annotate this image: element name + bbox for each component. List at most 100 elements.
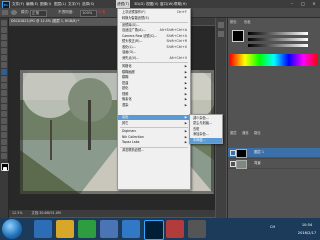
properties-panel-icon[interactable]	[218, 31, 224, 37]
menu-separator	[120, 127, 188, 128]
menu-separator	[120, 62, 188, 63]
minimize-icon[interactable]: –	[288, 1, 296, 7]
menu-item-label: 其它	[122, 120, 129, 125]
opacity-label: 不透明度:	[58, 10, 74, 14]
menu-item-label: 锐化	[122, 86, 129, 90]
pen-tool-icon[interactable]	[1, 118, 7, 124]
healing-tool-icon[interactable]	[1, 62, 7, 68]
filter-dropdown-menu: 上次滤镜操作(F) Ctrl+F 转换为智能滤镜(S) 滤镜库(G)... 自适应…	[117, 8, 191, 190]
opacity-input[interactable]: 100%	[80, 10, 97, 17]
tool-preset-icon[interactable]	[2, 10, 8, 15]
menu-edit[interactable]: 编辑(E)	[26, 0, 38, 8]
photoshop-taskbar-icon[interactable]	[144, 220, 164, 240]
menu-type[interactable]: 文字(Y)	[68, 0, 80, 8]
start-button-icon[interactable]	[2, 219, 22, 239]
menu-item-label: 自适应广角(A)...	[122, 28, 146, 32]
smoothing-label: 平滑	[98, 10, 106, 14]
submenu-arrow-icon: ▶	[184, 120, 187, 125]
marquee-tool-icon[interactable]	[1, 27, 7, 33]
maximize-icon[interactable]: □	[299, 1, 307, 7]
blur-tool-icon[interactable]	[1, 104, 7, 110]
history-panel-icon[interactable]	[218, 22, 224, 28]
mode-label: 模式:	[21, 10, 30, 14]
tools-panel	[0, 18, 9, 218]
noise-submenu: 减少杂色... 蒙尘与划痕... 去斑 添加杂色... 中间值...	[189, 114, 223, 144]
hand-tool-icon[interactable]	[1, 146, 7, 152]
document-tab[interactable]: DSC01823.JPG @ 12.5% (图层 1, RGB/8) *	[9, 18, 117, 25]
menu-file[interactable]: 文件(F)	[12, 0, 24, 8]
menu-item-topaz-labs[interactable]: Topaz Labs ▶	[118, 140, 190, 145]
menu-item-label: 扭曲	[122, 80, 129, 85]
menu-help[interactable]: 帮助(H)	[174, 0, 187, 8]
menu-window[interactable]: 窗口(W)	[160, 0, 174, 8]
dodge-tool-icon[interactable]	[1, 111, 7, 117]
shortcut-label: Alt+Ctrl+V	[169, 55, 187, 60]
menu-view[interactable]: 视图(V)	[146, 0, 158, 8]
menu-item-label: Nik Collection	[122, 134, 144, 139]
file-explorer-icon[interactable]	[56, 220, 74, 238]
menu-item-render[interactable]: 渲染 ▶	[118, 103, 190, 108]
eraser-tool-icon[interactable]	[1, 90, 7, 96]
tab-layers[interactable]: 图层	[230, 130, 237, 137]
history-brush-tool-icon[interactable]	[1, 83, 7, 89]
menu-item-label: 上次滤镜操作(F)	[122, 10, 146, 14]
shape-tool-icon[interactable]	[1, 139, 7, 145]
menu-layer[interactable]: 图层(L)	[54, 0, 66, 8]
media-player-icon[interactable]	[78, 220, 96, 238]
tab-swatches[interactable]: 色板	[244, 19, 251, 26]
ie-browser-icon[interactable]	[34, 220, 52, 238]
layer-row[interactable]: 背景	[228, 158, 320, 169]
zoom-tool-icon[interactable]	[1, 153, 7, 159]
color-slider[interactable]	[248, 32, 308, 35]
menu-3d[interactable]: 3D(D)	[134, 0, 145, 8]
menu-item-label: Topaz Labs	[122, 140, 140, 144]
menu-item-label: 浏览联机滤镜...	[122, 148, 145, 152]
menu-image[interactable]: 图像(I)	[40, 0, 51, 8]
document-info: 文档:30.6M/31.0M	[31, 211, 61, 215]
menu-item-other[interactable]: 其它 ▶	[118, 121, 190, 126]
clock-date: 2016/2/17	[297, 231, 317, 235]
language-indicator[interactable]: CH	[270, 225, 275, 229]
layer-row-selected[interactable]: 图层 1	[228, 148, 320, 158]
eyedropper-tool-icon[interactable]	[1, 55, 7, 61]
layer-thumbnail	[236, 160, 247, 169]
gradient-tool-icon[interactable]	[1, 97, 7, 103]
tab-color[interactable]: 颜色	[230, 19, 237, 26]
brush-tool-icon[interactable]	[1, 69, 7, 75]
qq-icon[interactable]	[100, 220, 118, 238]
color-slider[interactable]	[248, 38, 308, 41]
menu-item-label: 液化(L)...	[122, 44, 136, 49]
menu-item-browse-online-filters[interactable]: 浏览联机滤镜...	[118, 148, 190, 153]
browser-icon[interactable]	[122, 220, 140, 238]
foreground-swatch[interactable]	[232, 30, 244, 42]
mode-select[interactable]: 正常	[30, 10, 47, 17]
menu-filter[interactable]: 滤镜(T)	[116, 0, 131, 8]
app-icon[interactable]	[166, 220, 184, 238]
zoom-readout[interactable]: 12.5%	[12, 211, 22, 215]
lasso-tool-icon[interactable]	[1, 34, 7, 40]
app-icon[interactable]	[188, 220, 206, 238]
brush-preview-icon[interactable]	[11, 10, 17, 15]
type-tool-icon[interactable]	[1, 125, 7, 131]
menu-item-label: 杂色	[122, 115, 129, 119]
path-select-tool-icon[interactable]	[1, 132, 7, 138]
menu-item-convert-smart-filter[interactable]: 转换为智能滤镜(S)	[118, 16, 190, 21]
panels-dock: 颜色 色板 图层 通道 路径	[227, 18, 320, 218]
menu-item-vanishing-point[interactable]: 消失点(V)... Alt+Ctrl+V	[118, 56, 190, 61]
color-ramp[interactable]	[230, 54, 318, 66]
menu-item-label: 像素化	[122, 97, 132, 101]
stamp-tool-icon[interactable]	[1, 76, 7, 82]
layer-thumbnail	[236, 149, 247, 158]
tab-paths[interactable]: 路径	[254, 130, 261, 137]
submenu-item-median[interactable]: 中间值...	[190, 137, 222, 143]
close-icon[interactable]: ×	[310, 1, 318, 7]
clock[interactable]: 10:54 2016/2/17	[296, 221, 318, 237]
crop-tool-icon[interactable]	[1, 48, 7, 54]
background-color-swatch[interactable]	[3, 167, 7, 171]
color-slider[interactable]	[248, 44, 308, 47]
move-tool-icon[interactable]	[1, 20, 7, 26]
menu-select[interactable]: 选择(S)	[82, 0, 94, 8]
tab-channels[interactable]: 通道	[242, 130, 249, 137]
menu-item-label: 油画(O)...	[122, 50, 137, 54]
quick-select-tool-icon[interactable]	[1, 41, 7, 47]
